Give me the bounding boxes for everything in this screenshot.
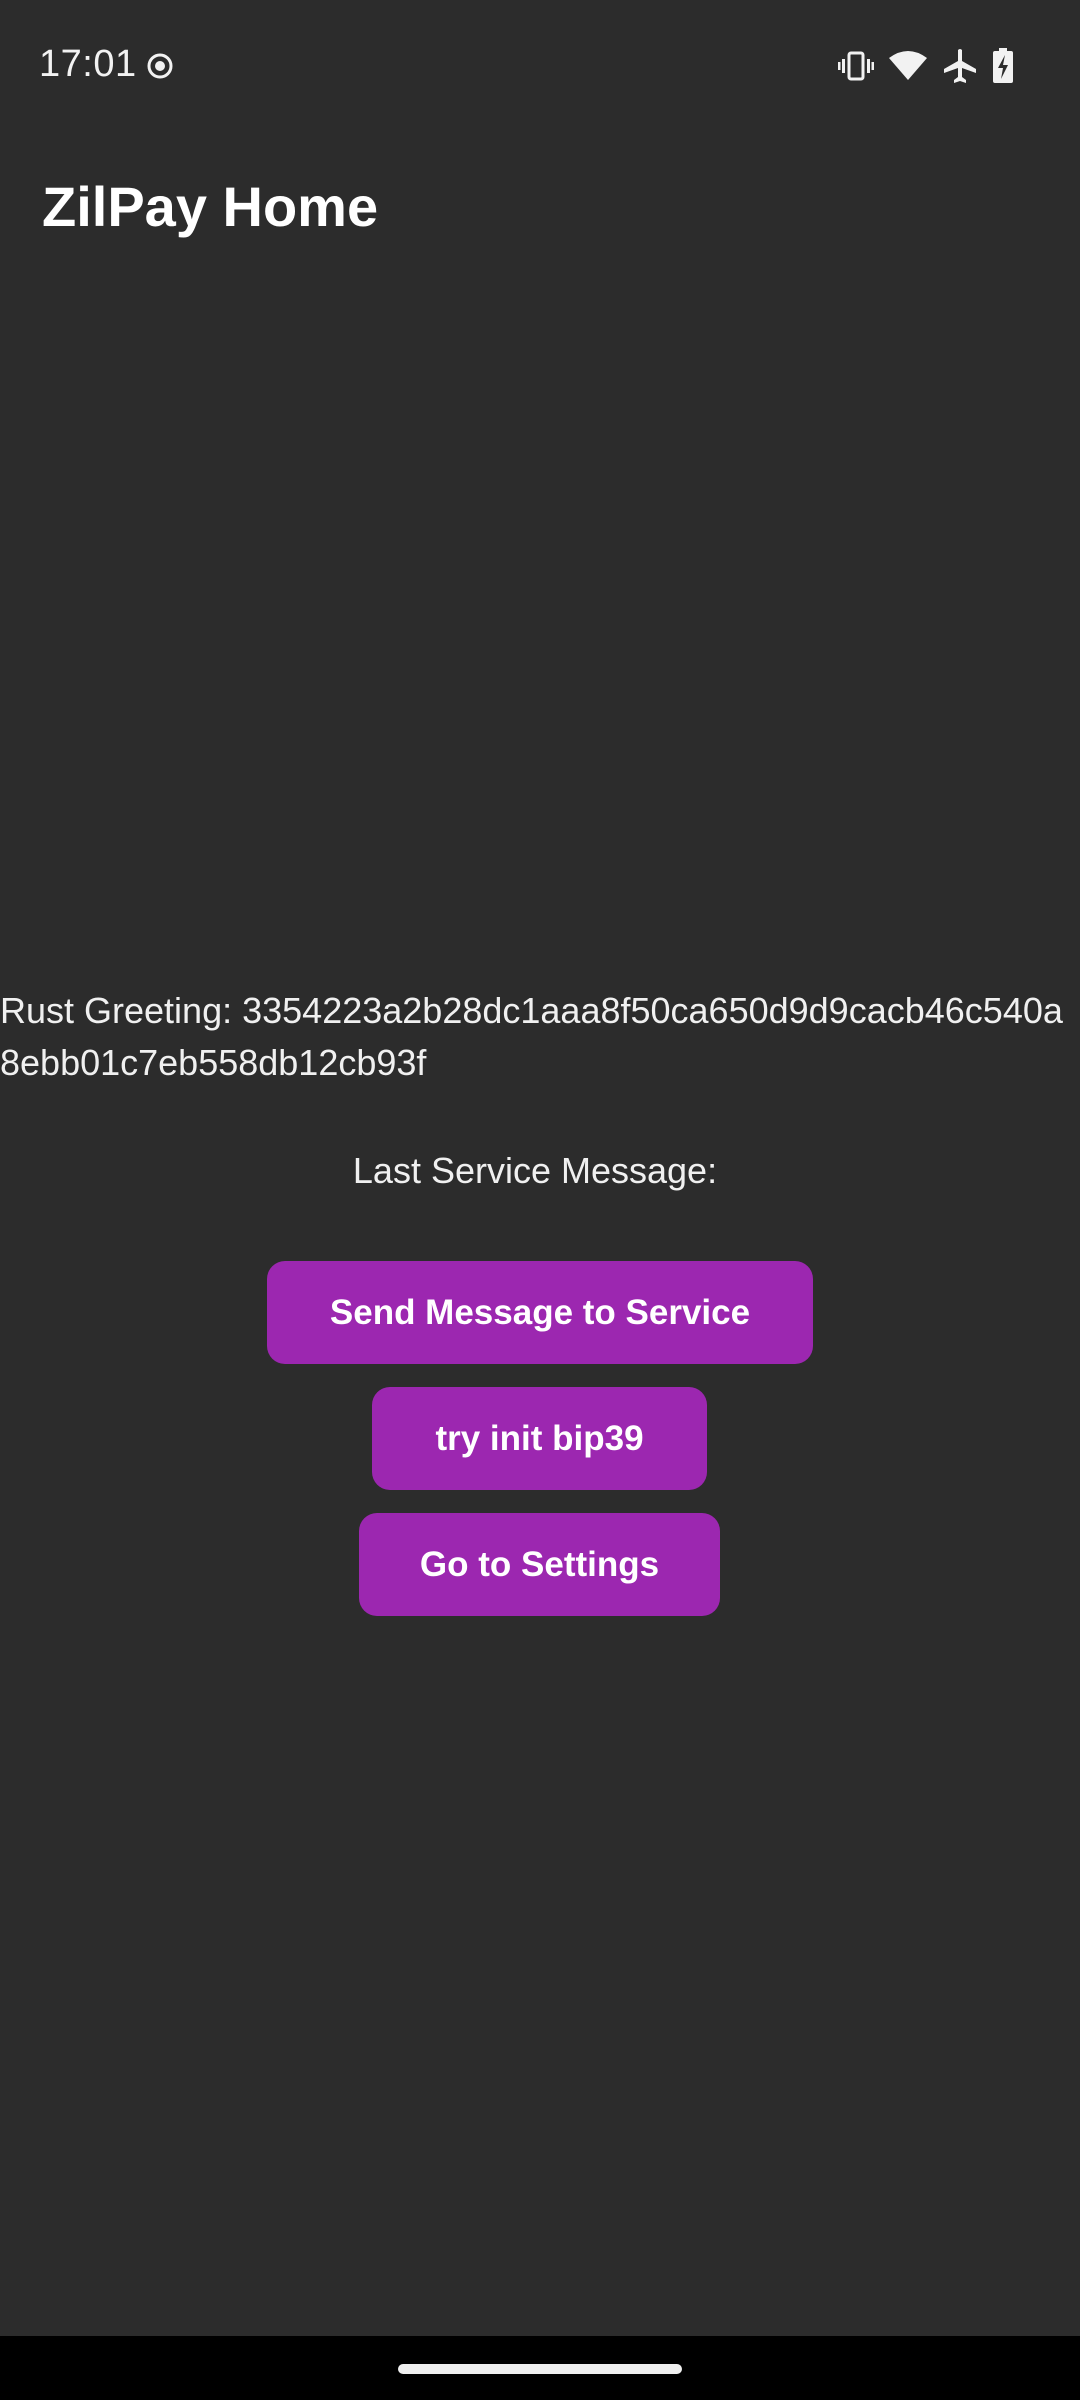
rust-greeting-text: Rust Greeting: 3354223a2b28dc1aaa8f50ca6… [0, 990, 1063, 1083]
wifi-icon [888, 50, 928, 82]
home-gesture-handle[interactable] [398, 2364, 682, 2374]
status-bar: 17:01 [0, 0, 1080, 132]
record-icon [146, 52, 174, 80]
navigation-bar [0, 2336, 1080, 2400]
app-bar: ZilPay Home [0, 132, 1080, 280]
send-message-button[interactable]: Send Message to Service [267, 1261, 813, 1364]
init-bip39-button[interactable]: try init bip39 [372, 1387, 707, 1490]
last-service-message: Last Service Message: [352, 1150, 718, 1191]
airplane-mode-icon [942, 48, 978, 84]
status-icons [838, 44, 1014, 88]
status-time: 17:01 [39, 43, 137, 85]
page-title: ZilPay Home [42, 175, 379, 238]
go-to-settings-button[interactable]: Go to Settings [359, 1513, 720, 1616]
vibrate-icon [838, 50, 874, 82]
battery-charging-icon [992, 48, 1014, 84]
